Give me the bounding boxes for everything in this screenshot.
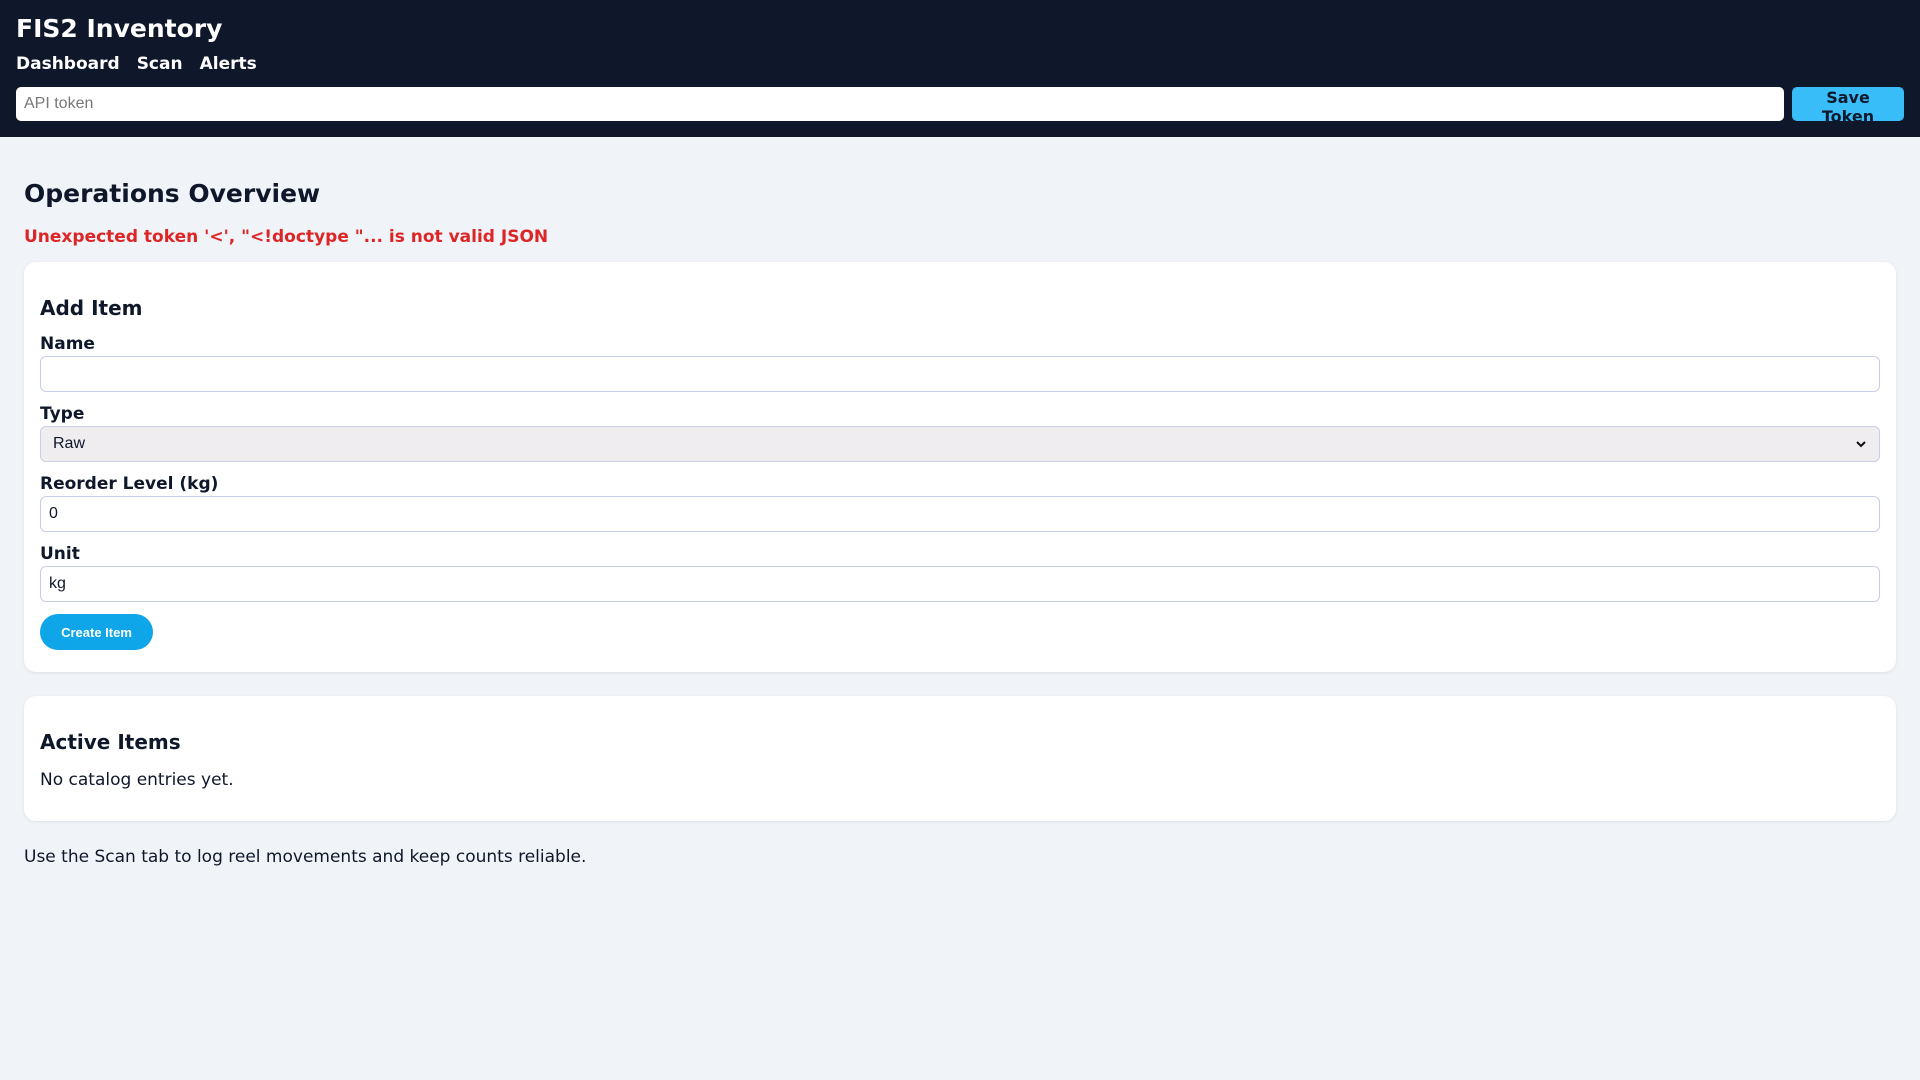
- type-select[interactable]: Raw: [40, 426, 1880, 462]
- type-select-value: Raw: [53, 435, 86, 452]
- active-items-card: Active Items No catalog entries yet.: [24, 696, 1896, 821]
- page-title: Operations Overview: [24, 179, 321, 208]
- add-item-title: Add Item: [40, 296, 143, 320]
- name-label: Name: [40, 334, 95, 354]
- footer-note: Use the Scan tab to log reel movements a…: [24, 847, 587, 867]
- active-items-title: Active Items: [40, 730, 181, 754]
- nav-alerts[interactable]: Alerts: [200, 54, 257, 74]
- reorder-level-label: Reorder Level (kg): [40, 474, 219, 494]
- error-message: Unexpected token '<', "<!doctype "... is…: [24, 227, 549, 247]
- token-row: Save Token: [16, 87, 1904, 126]
- create-item-button[interactable]: Create Item: [40, 614, 153, 650]
- api-token-input[interactable]: [16, 87, 1784, 121]
- main-nav: Dashboard Scan Alerts: [16, 54, 1904, 74]
- empty-state-text: No catalog entries yet.: [40, 770, 234, 790]
- app-title: FIS2 Inventory: [16, 14, 223, 43]
- add-item-card: Add Item Name Type Raw Reorder Level (kg…: [24, 262, 1896, 672]
- reorder-level-input[interactable]: [40, 496, 1880, 532]
- unit-input[interactable]: [40, 566, 1880, 602]
- main-content: Operations Overview Unexpected token '<'…: [0, 137, 1920, 867]
- app-header: FIS2 Inventory Dashboard Scan Alerts Sav…: [0, 0, 1920, 137]
- name-input[interactable]: [40, 356, 1880, 392]
- unit-label: Unit: [40, 544, 80, 564]
- nav-dashboard[interactable]: Dashboard: [16, 54, 120, 74]
- nav-scan[interactable]: Scan: [137, 54, 183, 74]
- type-label: Type: [40, 404, 85, 424]
- chevron-down-icon: [1856, 441, 1866, 448]
- save-token-button[interactable]: Save Token: [1792, 87, 1904, 126]
